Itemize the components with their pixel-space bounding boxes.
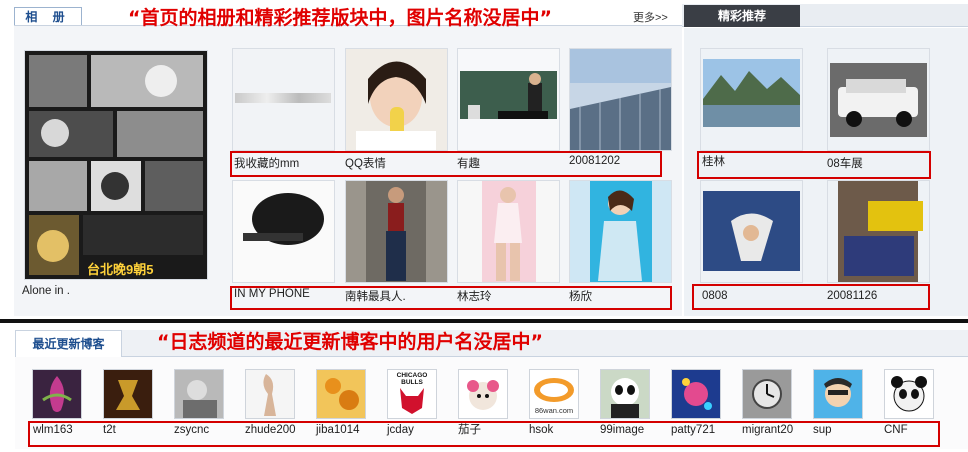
featured-album-cover[interactable]: 台北晚9朝5 <box>24 50 208 280</box>
tab-recent-blogs[interactable]: 最近更新博客 <box>15 330 122 357</box>
caption-0808[interactable]: 0808 <box>702 290 728 302</box>
avatar-jiba1014[interactable] <box>316 369 366 419</box>
album-thumb-yang[interactable] <box>569 180 672 283</box>
caption-20081202[interactable]: 20081202 <box>569 155 620 167</box>
thumb-qq-image <box>346 49 447 150</box>
username-zhude200[interactable]: zhude200 <box>245 424 296 436</box>
thumb-carshow-image <box>828 49 929 150</box>
avatar-cnf[interactable] <box>884 369 934 419</box>
avatar-zsycnc-image <box>175 370 223 418</box>
tab-recommend[interactable]: 精彩推荐 <box>684 5 800 27</box>
avatar-hsok[interactable]: 86wan.com <box>529 369 579 419</box>
thumb-guilin-image <box>701 49 802 150</box>
username-patty721[interactable]: patty721 <box>671 424 715 436</box>
thumb-20081126-image <box>828 181 929 282</box>
username-cnf[interactable]: CNF <box>884 424 908 436</box>
rec-caption-highlight-row1 <box>697 151 931 179</box>
thumb-strip <box>235 93 331 103</box>
caption-mm[interactable]: 我收藏的mm <box>234 155 299 171</box>
poster-image <box>25 51 207 279</box>
caption-carshow[interactable]: 08车展 <box>827 155 863 171</box>
username-jcday[interactable]: jcday <box>387 424 414 436</box>
avatar-migrant20[interactable] <box>742 369 792 419</box>
avatar-migrant20-image <box>743 370 791 418</box>
album-thumb-fun[interactable] <box>457 48 560 151</box>
caption-qq[interactable]: QQ表情 <box>345 155 386 171</box>
album-thumb-mm[interactable] <box>232 48 335 151</box>
avatar-wlm163[interactable] <box>32 369 82 419</box>
thumb-korea-image <box>346 181 447 282</box>
rec-caption-highlight-row2 <box>692 284 930 310</box>
caption-korea[interactable]: 南韩最具人. <box>345 288 406 304</box>
caption-fun[interactable]: 有趣 <box>457 155 480 171</box>
avatar-qiezi[interactable] <box>458 369 508 419</box>
album-thumb-qq[interactable] <box>345 48 448 151</box>
thumb-fun-image <box>458 49 559 150</box>
thumb-0808-image <box>701 181 802 282</box>
avatar-zsycnc[interactable] <box>174 369 224 419</box>
caption-lin[interactable]: 林志玲 <box>457 288 492 304</box>
section-divider <box>0 319 968 323</box>
tab-album[interactable]: 相 册 <box>14 7 82 26</box>
album-thumb-phone[interactable] <box>232 180 335 283</box>
username-qiezi[interactable]: 茄子 <box>458 421 481 437</box>
rec-thumb-0808[interactable] <box>700 180 803 283</box>
avatar-jcday[interactable]: CHICAGO BULLS <box>387 369 437 419</box>
avatar-cnf-image <box>885 370 933 418</box>
avatar-sup-image <box>814 370 862 418</box>
avatar-t2t-image <box>104 370 152 418</box>
bulls-logo-text: CHICAGO BULLS <box>396 372 428 386</box>
avatar-sup[interactable] <box>813 369 863 419</box>
avatar-patty721-image <box>672 370 720 418</box>
avatar-wlm163-image <box>33 370 81 418</box>
album-thumb-20081202[interactable] <box>569 48 672 151</box>
avatar-jiba1014-image <box>317 370 365 418</box>
rec-thumb-guilin[interactable] <box>700 48 803 151</box>
username-wlm163[interactable]: wlm163 <box>33 424 73 436</box>
more-link[interactable]: 更多>> <box>633 9 668 25</box>
username-sup[interactable]: sup <box>813 424 832 436</box>
rec-thumb-20081126[interactable] <box>827 180 930 283</box>
avatar-zhude200[interactable] <box>245 369 295 419</box>
username-zsycnc[interactable]: zsycnc <box>174 424 209 436</box>
album-thumb-lin[interactable] <box>457 180 560 283</box>
avatar-qiezi-image <box>459 370 507 418</box>
recent-annotation: “日志频道的最近更新博客中的用户名没居中” <box>157 331 543 353</box>
album-thumb-korea[interactable] <box>345 180 448 283</box>
avatar-patty721[interactable] <box>671 369 721 419</box>
caption-yang[interactable]: 杨欣 <box>569 288 592 304</box>
avatar-t2t[interactable] <box>103 369 153 419</box>
username-highlight-row <box>28 421 940 447</box>
caption-20081126[interactable]: 20081126 <box>827 290 877 302</box>
rec-thumb-carshow[interactable] <box>827 48 930 151</box>
avatar-99image-image <box>601 370 649 418</box>
username-hsok[interactable]: hsok <box>529 424 553 436</box>
featured-caption[interactable]: Alone in . <box>22 285 70 297</box>
thumb-yang-image <box>570 181 671 282</box>
thumb-20081202-image <box>570 49 671 150</box>
poster-title: 台北晚9朝5 <box>87 262 154 277</box>
caption-guilin[interactable]: 桂林 <box>702 153 725 169</box>
thumb-lin-image <box>458 181 559 282</box>
username-t2t[interactable]: t2t <box>103 424 116 436</box>
username-jiba1014[interactable]: jiba1014 <box>316 424 359 436</box>
username-migrant20[interactable]: migrant20 <box>742 424 793 436</box>
avatar-99image[interactable] <box>600 369 650 419</box>
username-99image[interactable]: 99image <box>600 424 644 436</box>
game-logo-text: 86wan.com <box>534 406 574 415</box>
thumb-phone-image <box>233 181 334 282</box>
avatar-zhude200-image <box>246 370 294 418</box>
album-annotation: “首页的相册和精彩推荐版块中，图片名称没居中” <box>128 7 552 29</box>
caption-phone[interactable]: IN MY PHONE <box>234 288 310 300</box>
